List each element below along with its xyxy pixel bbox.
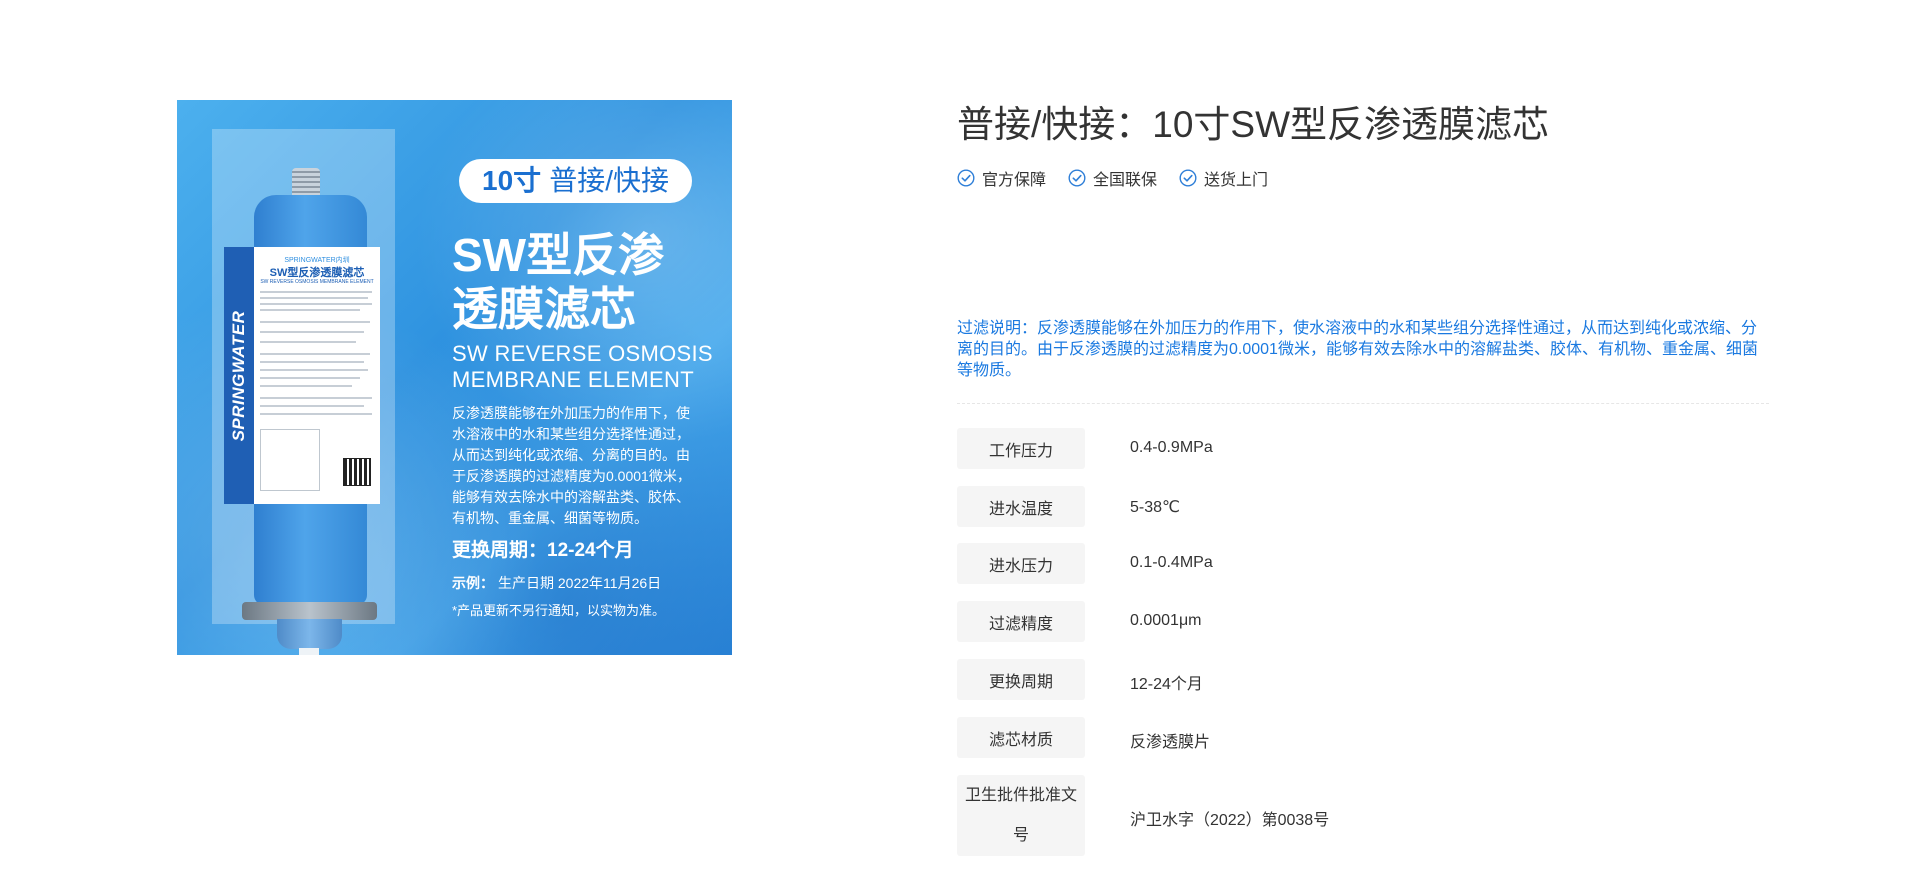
label-stripe: SPRINGWATER	[224, 247, 254, 504]
image-english-title: SW REVERSE OSMOSIS MEMBRANE ELEMENT	[452, 341, 713, 393]
label-text-line	[260, 331, 364, 333]
label-text-line	[260, 369, 368, 371]
cartridge-foot	[277, 619, 342, 649]
label-text-line	[260, 385, 352, 387]
label-text-line	[260, 405, 364, 407]
spec-label: 进水温度	[957, 486, 1085, 527]
service-badge-label: 全国联保	[1093, 172, 1158, 189]
image-example-label: 示例：	[452, 575, 494, 591]
image-description: 反渗透膜能够在外加压力的作用下，使 水溶液中的水和某些组分选择性通过， 从而达到…	[452, 403, 700, 529]
spec-value: 反渗透膜片	[1130, 734, 1211, 751]
image-title-line: 透膜滤芯	[452, 283, 636, 335]
label-title: SW型反渗透膜滤芯	[269, 267, 365, 279]
image-desc-line: 从而达到纯化或浓缩、分离的目的。由	[452, 447, 690, 463]
spec-value: 沪卫水字（2022）第0038号	[1130, 812, 1330, 829]
label-text-line	[260, 297, 368, 299]
cartridge-cap	[292, 168, 320, 198]
label-text-line	[260, 341, 356, 343]
cartridge-bottom-ring	[242, 602, 377, 620]
label-text-line	[260, 397, 372, 399]
image-desc-line: 反渗透膜能够在外加压力的作用下，使	[452, 405, 690, 421]
spec-label: 卫生批件批准文号	[957, 775, 1085, 856]
image-example: 示例： 生产日期 2022年11月26日	[452, 573, 661, 593]
divider	[957, 403, 1769, 404]
image-size-badge-bold: 10寸	[482, 165, 542, 196]
label-text-line	[260, 353, 370, 355]
image-desc-line: 于反渗透膜的过滤精度为0.0001微米，	[452, 468, 691, 484]
service-badges: 官方保障 全国联保 送货上门	[957, 166, 1290, 190]
label-text-line	[260, 321, 370, 323]
spec-value: 12-24个月	[1130, 676, 1203, 693]
product-image[interactable]: SPRINGWATER SPRINGWATER内圳 SW型反渗透膜滤芯 SW R…	[177, 100, 732, 655]
product-title: 普接/快接：10寸SW型反渗透膜滤芯	[957, 104, 1550, 145]
spec-label: 更换周期	[957, 659, 1085, 700]
image-desc-line: 水溶液中的水和某些组分选择性通过，	[452, 426, 690, 442]
image-size-badge: 10寸 普接/快接	[459, 159, 692, 203]
spec-label: 进水压力	[957, 543, 1085, 584]
qr-code-icon	[343, 458, 371, 486]
spec-label: 滤芯材质	[957, 717, 1085, 758]
image-desc-line: 能够有效去除水中的溶解盐类、胶体、	[452, 489, 690, 505]
spec-label: 过滤精度	[957, 601, 1085, 642]
image-title-line: SW型反渗	[452, 229, 665, 281]
check-circle-icon	[957, 169, 975, 187]
service-badge: 全国联保	[1068, 166, 1157, 190]
spec-value: 0.4-0.9MPa	[1130, 439, 1213, 456]
spec-value: 0.0001μm	[1130, 612, 1202, 629]
label-text-line	[260, 291, 372, 293]
image-size-badge-text: 普接/快接	[549, 165, 669, 196]
image-desc-line: 有机物、重金属、细菌等物质。	[452, 510, 648, 526]
spec-value: 0.1-0.4MPa	[1130, 554, 1213, 571]
label-text-line	[260, 413, 372, 415]
filter-description: 过滤说明：反渗透膜能够在外加压力的作用下，使水溶液中的水和某些组分选择性通过，从…	[957, 320, 1758, 379]
image-title: SW型反渗 透膜滤芯	[452, 228, 664, 336]
service-badge: 送货上门	[1179, 166, 1268, 190]
service-badge: 官方保障	[957, 166, 1046, 190]
label-text-line	[260, 309, 360, 311]
service-badge-label: 官方保障	[982, 172, 1047, 189]
label-text-line	[260, 303, 372, 305]
spec-label: 工作压力	[957, 428, 1085, 469]
image-english-line: MEMBRANE ELEMENT	[452, 367, 694, 392]
label-stamp-box	[260, 429, 320, 491]
service-badge-label: 送货上门	[1204, 172, 1269, 189]
label-text-line	[260, 361, 364, 363]
cartridge-tip	[299, 648, 319, 655]
image-example-text: 生产日期 2022年11月26日	[498, 575, 662, 591]
image-replace-cycle: 更换周期：12-24个月	[452, 540, 634, 561]
label-stripe-text: SPRINGWATER	[229, 310, 248, 441]
spec-value: 5-38℃	[1130, 499, 1180, 516]
check-circle-icon	[1068, 169, 1086, 187]
cartridge-label: SPRINGWATER SPRINGWATER内圳 SW型反渗透膜滤芯 SW R…	[224, 247, 380, 504]
image-english-line: SW REVERSE OSMOSIS	[452, 341, 713, 366]
label-subtitle: SW REVERSE OSMOSIS MEMBRANE ELEMENT	[260, 279, 374, 285]
image-note: *产品更新不另行通知，以实物为准。	[452, 603, 666, 618]
label-text-line	[260, 377, 360, 379]
check-circle-icon	[1179, 169, 1197, 187]
